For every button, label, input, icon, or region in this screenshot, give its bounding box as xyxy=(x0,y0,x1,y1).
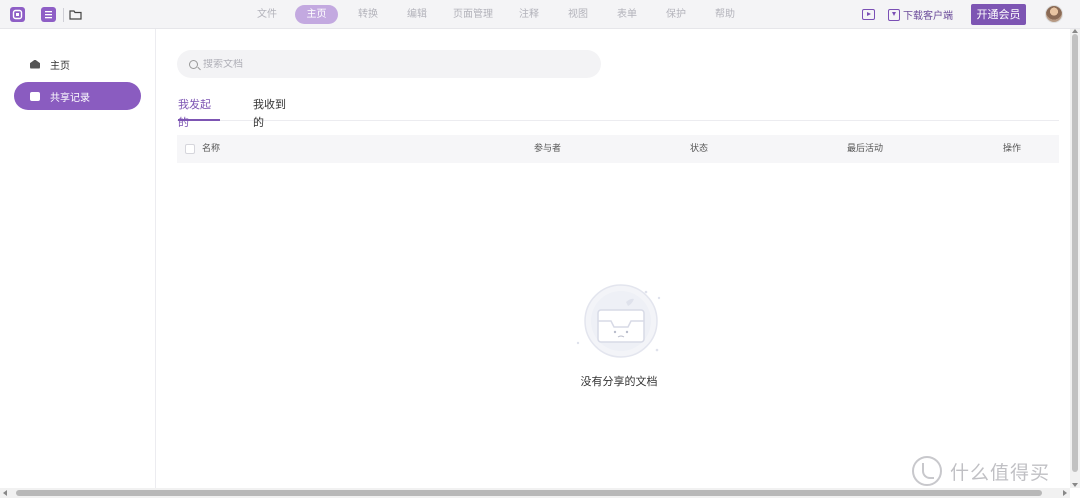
menu-page-manage[interactable]: 页面管理 xyxy=(447,5,499,24)
top-toolbar: 文件 主页 转换 编辑 页面管理 注释 视图 表单 保护 帮助 下载客户端 开通… xyxy=(0,0,1080,29)
open-vip-button[interactable]: 开通会员 xyxy=(971,4,1026,25)
search-input[interactable] xyxy=(203,58,583,70)
download-icon xyxy=(888,8,900,21)
horizontal-scrollbar[interactable] xyxy=(0,488,1070,498)
vertical-scroll-thumb[interactable] xyxy=(1072,34,1078,472)
user-avatar[interactable] xyxy=(1045,5,1063,23)
scroll-down-arrow-icon[interactable] xyxy=(1072,483,1078,487)
menu-list-icon[interactable] xyxy=(41,7,56,22)
search-icon xyxy=(189,59,198,69)
download-client-label: 下载客户端 xyxy=(903,11,953,22)
tab-received-by-me[interactable]: 我收到的 xyxy=(253,96,295,129)
tab-initiated-by-me[interactable]: 我发起的 xyxy=(178,96,220,129)
menu-home[interactable]: 主页 xyxy=(295,5,338,24)
play-video-icon[interactable] xyxy=(862,9,875,20)
home-icon xyxy=(30,59,40,69)
vertical-scrollbar[interactable] xyxy=(1070,29,1080,488)
document-icon xyxy=(30,91,40,101)
open-folder-icon[interactable] xyxy=(68,7,83,22)
column-header-participants[interactable]: 参与者 xyxy=(534,135,561,163)
menu-form[interactable]: 表单 xyxy=(608,5,646,24)
toolbar-divider xyxy=(63,8,64,22)
table-header: 名称 参与者 状态 最后活动 操作 xyxy=(177,135,1059,163)
watermark-text: 什么值得买 xyxy=(950,461,1051,484)
watermark: 什么值得买 xyxy=(912,455,1050,487)
app-logo-icon[interactable] xyxy=(10,7,25,22)
scroll-up-arrow-icon[interactable] xyxy=(1072,29,1078,33)
scroll-right-arrow-icon[interactable] xyxy=(1063,490,1067,496)
search-bar xyxy=(177,50,601,78)
column-header-actions[interactable]: 操作 xyxy=(1003,135,1021,163)
sidebar-item-shared-records[interactable]: 共享记录 xyxy=(14,82,141,110)
menu-file[interactable]: 文件 xyxy=(248,5,286,24)
column-header-status[interactable]: 状态 xyxy=(690,135,708,163)
empty-state-text: 没有分享的文档 xyxy=(580,375,658,388)
menu-edit[interactable]: 编辑 xyxy=(398,5,436,24)
column-header-name[interactable]: 名称 xyxy=(202,135,220,163)
sidebar-item-home[interactable]: 主页 xyxy=(14,50,141,78)
column-header-last-activity[interactable]: 最后活动 xyxy=(847,135,883,163)
select-all-checkbox[interactable] xyxy=(185,144,195,154)
main-menu: 文件 主页 转换 编辑 页面管理 注释 视图 表单 保护 帮助 xyxy=(248,5,744,24)
menu-help[interactable]: 帮助 xyxy=(706,5,744,24)
watermark-logo-icon xyxy=(912,456,942,486)
menu-protect[interactable]: 保护 xyxy=(657,5,695,24)
menu-annotate[interactable]: 注释 xyxy=(510,5,548,24)
share-tabs: 我发起的 我收到的 xyxy=(177,96,1059,129)
horizontal-scroll-thumb[interactable] xyxy=(16,490,1042,496)
sidebar: 主页 共享记录 xyxy=(0,29,156,489)
sidebar-item-label: 共享记录 xyxy=(50,92,90,104)
sidebar-item-label: 主页 xyxy=(50,60,70,72)
download-client-button[interactable]: 下载客户端 xyxy=(888,7,953,22)
scroll-left-arrow-icon[interactable] xyxy=(3,490,7,496)
menu-view[interactable]: 视图 xyxy=(559,5,597,24)
menu-convert[interactable]: 转换 xyxy=(349,5,387,24)
